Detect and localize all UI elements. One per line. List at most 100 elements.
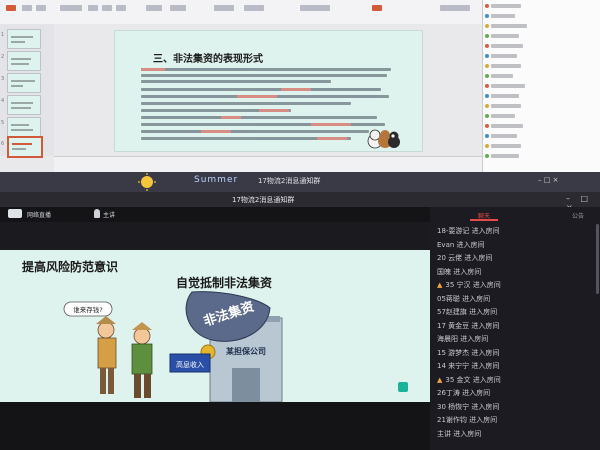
list-icon[interactable] — [170, 5, 186, 11]
slide-text-line — [141, 95, 389, 98]
speech-bubble-text: 谁来存钱? — [73, 305, 102, 314]
slide-text-line — [141, 102, 351, 105]
ribbon-toolbar[interactable] — [0, 0, 482, 25]
underline-icon[interactable] — [116, 5, 126, 11]
player-titlebar — [0, 192, 600, 207]
panel-item[interactable] — [491, 154, 519, 158]
slide-text-line — [141, 137, 351, 140]
panel-item[interactable] — [491, 84, 525, 88]
taskbar-window-title[interactable]: 17物流2消息通知群 — [258, 176, 320, 186]
shared-slide: 提高风险防范意识 自觉抵制非法集资 某担保公司 非法集资 高息收入 谁来存钱? — [0, 250, 430, 402]
chat-message-text: 国魄 进入房间 — [437, 267, 482, 276]
window-title: 17物流2消息通知群 — [232, 196, 295, 204]
panel-item[interactable] — [491, 44, 523, 48]
panel-item[interactable] — [491, 34, 519, 38]
slide-thumbnail[interactable] — [7, 29, 41, 49]
microphone-icon — [94, 209, 100, 218]
arrange-icon[interactable] — [244, 5, 264, 11]
panel-item[interactable] — [491, 4, 521, 8]
panel-item[interactable] — [491, 104, 521, 108]
chat-message: 21谢作钧 进入房间 — [437, 415, 497, 425]
bold-icon[interactable] — [88, 5, 98, 11]
chat-message: 57赵建旗 进入房间 — [437, 307, 497, 317]
slide-canvas[interactable]: 三、非法集资的表现形式 — [54, 24, 482, 156]
thumbnail-number: 3 — [1, 76, 5, 82]
panel-item[interactable] — [491, 74, 513, 78]
chat-message: 05蒋聪 进入房间 — [437, 294, 490, 304]
wallpaper-label: Summer — [194, 175, 239, 185]
building-sign: 某担保公司 — [225, 346, 266, 356]
video-footer — [0, 402, 430, 450]
panel-item[interactable] — [491, 114, 515, 118]
chat-message: 主讲 进入房间 — [437, 429, 481, 439]
panel-item[interactable] — [491, 24, 527, 28]
save-icon[interactable] — [22, 5, 32, 11]
file-menu-icon[interactable] — [6, 5, 16, 11]
slide-thumbnail[interactable] — [7, 117, 41, 137]
active-tab-indicator — [470, 219, 498, 221]
slide-thumbnail-panel[interactable]: 1 2 3 4 5 6 — [0, 24, 55, 158]
tab-notice[interactable]: 公告 — [572, 211, 584, 220]
chat-message-text: 05蒋聪 进入房间 — [437, 294, 491, 303]
chat-message: 30 杨恢宁 进入房间 — [437, 402, 499, 412]
chat-message-text: 15 游梦杰 进入房间 — [437, 348, 500, 357]
find-icon[interactable] — [300, 5, 330, 11]
app-logo-icon — [8, 209, 22, 218]
slide-text-line — [141, 68, 391, 71]
panel-item[interactable] — [491, 124, 523, 128]
panel-item[interactable] — [491, 94, 519, 98]
slide-text-line — [141, 88, 381, 91]
slide-text-line — [141, 123, 385, 126]
host-label: 主讲 — [103, 212, 116, 219]
share-icon[interactable] — [372, 5, 382, 11]
panel-item[interactable] — [491, 64, 521, 68]
slide-thumbnail[interactable] — [7, 51, 41, 71]
presentation-editor-window: 1 2 3 4 5 6 三、非法集资的表现形式 — [0, 0, 600, 172]
slide-corner-marker — [398, 382, 408, 392]
panel-item[interactable] — [491, 14, 515, 18]
chat-message-text: 14 来宁宁 进入房间 — [437, 362, 500, 370]
video-header — [0, 207, 430, 222]
shape-icon[interactable] — [214, 5, 234, 11]
chat-message: 20 云佬 进入房间 — [437, 253, 492, 263]
thumbnail-number: 4 — [1, 98, 5, 104]
status-bar — [54, 156, 482, 172]
chat-message-text: 18-耍游记 进入房间 — [437, 227, 500, 235]
thumbnail-number: 6 — [1, 141, 5, 147]
fraud-cartoon-illustration: 某担保公司 非法集资 高息收入 谁来存钱? — [63, 291, 283, 402]
slide-thumbnail[interactable] — [7, 95, 41, 115]
warning-icon: ▲ — [437, 375, 443, 384]
slide-thumbnail-selected[interactable] — [7, 136, 43, 158]
warning-icon: ▲ — [437, 281, 443, 289]
participants-side-panel[interactable] — [482, 0, 600, 172]
chat-message: 14 来宁宁 进入房间 — [437, 361, 499, 371]
chat-message-text: Evan 进入房间 — [437, 240, 485, 249]
undo-icon[interactable] — [36, 5, 46, 11]
panel-item[interactable] — [491, 144, 521, 148]
thumbnail-number: 2 — [1, 54, 5, 60]
chat-scrollbar[interactable] — [596, 224, 599, 294]
chat-message-text: 海晨阳 进入房间 — [437, 335, 489, 343]
taskbar-window-controls[interactable]: – □ × — [538, 176, 558, 184]
thumbnail-number: 5 — [1, 120, 5, 126]
chat-message-text: 57赵建旗 进入房间 — [437, 308, 498, 316]
chat-message-text: 35 金文 进入房间 — [445, 375, 501, 384]
app-brand-name: 网络直播 — [27, 212, 52, 219]
chat-message: 15 游梦杰 进入房间 — [437, 348, 499, 358]
chat-message: 26丁涛 进入房间 — [437, 388, 490, 398]
panel-item[interactable] — [491, 54, 517, 58]
sun-icon — [138, 173, 156, 191]
italic-icon[interactable] — [102, 5, 112, 11]
thumbnail-number: 1 — [1, 32, 5, 38]
bears-illustration — [367, 129, 400, 149]
slide-thumbnail[interactable] — [7, 73, 41, 93]
ribbon-right-icons[interactable] — [440, 5, 470, 11]
panel-item[interactable] — [491, 134, 517, 138]
chat-message: 国魄 进入房间 — [437, 267, 481, 277]
font-selector[interactable] — [60, 5, 82, 11]
chat-message-text: 21谢作钧 进入房间 — [437, 416, 498, 424]
current-slide[interactable]: 三、非法集资的表现形式 — [114, 30, 423, 152]
slide-text-line — [141, 109, 291, 112]
slide-heading-line1: 提高风险防范意识 — [22, 260, 119, 274]
align-icon[interactable] — [146, 5, 162, 11]
